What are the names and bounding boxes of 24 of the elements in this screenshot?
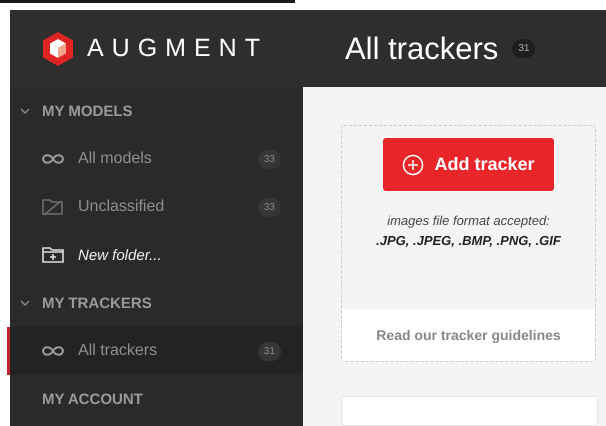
infinity-icon [40,153,66,165]
account-link[interactable]: MY ACCOUNT [10,375,303,423]
count-badge: 33 [258,198,281,216]
sidebar-item[interactable]: New folder... [7,231,303,279]
count-badge: 31 [258,342,281,360]
add-tracker-button[interactable]: Add tracker [383,138,554,191]
infinity-icon [40,345,66,357]
sidebar-item[interactable]: All trackers 31 [7,327,303,375]
chevron-icon [20,106,30,116]
sidebar-item[interactable]: All models 33 [7,135,303,183]
page-title: All trackers [345,30,498,66]
format-list: .JPG, .JPEG, .BMP, .PNG, .GIF [376,233,561,248]
plus-circle-icon [402,154,424,176]
count-badge: 31 [512,39,536,58]
sidebar-item[interactable]: Unclassified 33 [7,183,303,231]
cube-logo-icon [41,30,75,66]
section-header[interactable]: MY MODELS [10,87,303,135]
folder-slash-icon [40,197,66,217]
chevron-icon [20,298,30,308]
count-badge: 33 [258,150,281,168]
brand-name: AUGMENT [87,34,268,63]
section-header[interactable]: MY TRACKERS [10,279,303,327]
folder-plus-icon [40,245,66,265]
format-hint: images file format accepted: [387,213,550,228]
